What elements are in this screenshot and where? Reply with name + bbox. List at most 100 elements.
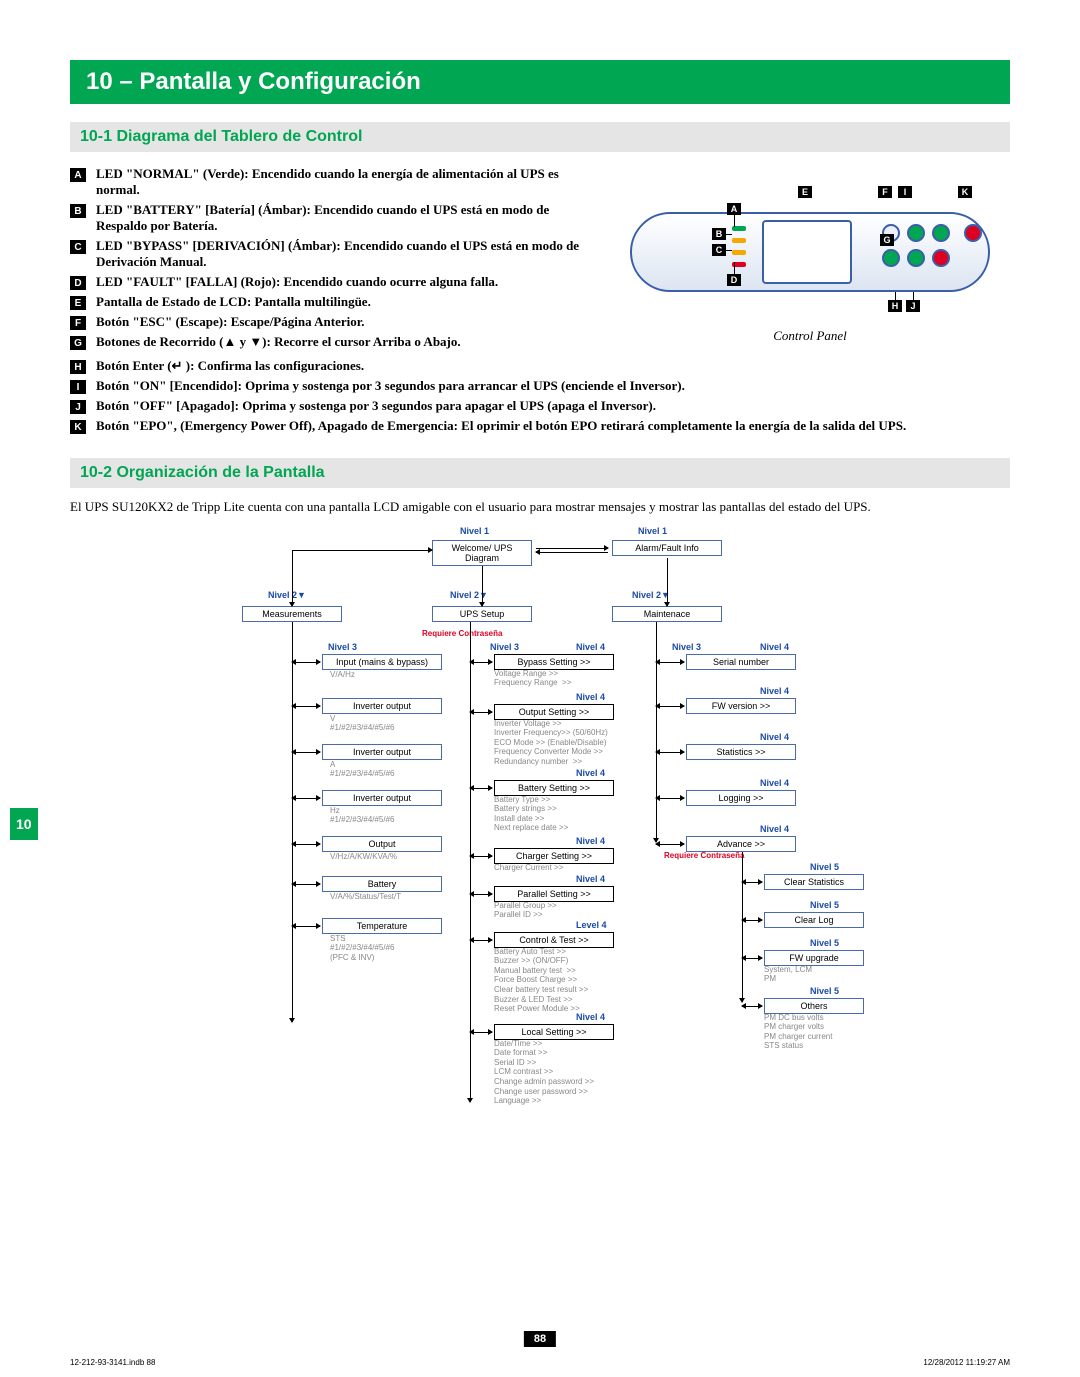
- c3-5-2s: System, LCM PM: [764, 965, 812, 984]
- badge-D: D: [70, 276, 86, 290]
- cp-label-J: J: [906, 300, 920, 312]
- item-E: Pantalla de Estado de LCD: Pantalla mult…: [96, 294, 590, 310]
- item-C: LED "BYPASS" [DERIVACIÓN] (Ámbar): Encen…: [96, 238, 590, 270]
- col1-nivel3: Nivel 3: [328, 642, 357, 652]
- badge-J: J: [70, 400, 86, 414]
- box-upssetup: UPS Setup: [432, 606, 532, 622]
- badge-B: B: [70, 204, 86, 218]
- c2-l3: Nivel 4: [576, 836, 605, 846]
- page-number: 88: [524, 1331, 556, 1347]
- c2-s1: Inverter Voltage >> Inverter Frequency>>…: [494, 719, 608, 767]
- c2-s5: Battery Auto Test >> Buzzer >> (ON/OFF) …: [494, 947, 588, 1014]
- item-H: Botón Enter (↵ ): Confirma las configura…: [96, 358, 1010, 374]
- c3-b3: Logging >>: [686, 790, 796, 806]
- c1-s1: V #1/#2/#3/#4/#5/#6: [330, 714, 395, 733]
- c1-b2: Inverter output: [322, 744, 442, 760]
- c3-5-1: Clear Log: [764, 912, 864, 928]
- c3-n5c: Nivel 5: [810, 938, 839, 948]
- c3-l1: Nivel 4: [760, 686, 789, 696]
- cp-label-I: I: [898, 186, 912, 198]
- c3-l2: Nivel 4: [760, 732, 789, 742]
- box-alarmfault: Alarm/Fault Info: [612, 540, 722, 556]
- c2-b0: Bypass Setting >>: [494, 654, 614, 670]
- footer-right: 12/28/2012 11:19:27 AM: [923, 1358, 1010, 1367]
- c3-l4: Nivel 4: [760, 824, 789, 834]
- item-D: LED "FAULT" [FALLA] (Rojo): Encendido cu…: [96, 274, 590, 290]
- badge-G: G: [70, 336, 86, 350]
- c2-s0: Voltage Range >> Frequency Range >>: [494, 669, 571, 688]
- c1-b0: Input (mains & bypass): [322, 654, 442, 670]
- box-maint: Maintenace: [612, 606, 722, 622]
- badge-K: K: [70, 420, 86, 434]
- cp-label-B: B: [712, 228, 726, 240]
- c1-s2: A #1/#2/#3/#4/#5/#6: [330, 760, 395, 779]
- nivel1-label: Nivel 1: [460, 526, 489, 536]
- c1-s3: Hz #1/#2/#3/#4/#5/#6: [330, 806, 395, 825]
- c3-b1: FW version >>: [686, 698, 796, 714]
- c1-s0: V/A/Hz: [330, 670, 355, 680]
- item-B: LED "BATTERY" [Batería] (Ámbar): Encendi…: [96, 202, 590, 234]
- col2-nivel3: Nivel 3: [490, 642, 519, 652]
- cp-label-F: F: [878, 186, 892, 198]
- req-pass-2: Requiere Contraseña: [664, 852, 744, 860]
- c2-s4: Parallel Group >> Parallel ID >>: [494, 901, 557, 920]
- c3-b0: Serial number: [686, 654, 796, 670]
- screen-flowchart: Nivel 1 Nivel 1 Welcome/ UPS Diagram Ala…: [160, 526, 920, 1146]
- c2-b4: Parallel Setting >>: [494, 886, 614, 902]
- c1-s6: STS #1/#2/#3/#4/#5/#6 (PFC & INV): [330, 934, 395, 963]
- subsection-10-2: 10-2 Organización de la Pantalla: [70, 458, 1010, 488]
- intro-paragraph: El UPS SU120KX2 de Tripp Lite cuenta con…: [70, 498, 1010, 516]
- badge-F: F: [70, 316, 86, 330]
- control-panel-figure: A B C D E F I K G H J Control Panel: [610, 162, 1010, 354]
- c3-b2: Statistics >>: [686, 744, 796, 760]
- c2-l1: Nivel 4: [576, 692, 605, 702]
- c2-s6: Date/Time >> Date format >> Serial ID >>…: [494, 1039, 594, 1106]
- c3-l3: Nivel 4: [760, 778, 789, 788]
- section-header: 10 – Pantalla y Configuración: [70, 60, 1010, 104]
- item-K: Botón "EPO", (Emergency Power Off), Apag…: [96, 418, 1010, 434]
- box-welcome: Welcome/ UPS Diagram: [432, 540, 532, 567]
- c3-5-2: FW upgrade: [764, 950, 864, 966]
- c1-b3: Inverter output: [322, 790, 442, 806]
- c2-l2: Nivel 4: [576, 768, 605, 778]
- req-pass-1: Requiere Contraseña: [422, 630, 502, 638]
- c2-s3: Charger Current >>: [494, 863, 563, 873]
- badge-C: C: [70, 240, 86, 254]
- footer-left: 12-212-93-3141.indb 88: [70, 1358, 155, 1367]
- c1-s4: V/Hz/A/KW/KVA/%: [330, 852, 397, 862]
- c2-s2: Battery Type >> Battery strings >> Insta…: [494, 795, 568, 833]
- box-measurements: Measurements: [242, 606, 342, 622]
- c3-n5b: Nivel 5: [810, 900, 839, 910]
- c3-5-3: Others: [764, 998, 864, 1014]
- c1-b1: Inverter output: [322, 698, 442, 714]
- subsection-10-1: 10-1 Diagrama del Tablero de Control: [70, 122, 1010, 152]
- c2-b2: Battery Setting >>: [494, 780, 614, 796]
- badge-H: H: [70, 360, 86, 374]
- badge-I: I: [70, 380, 86, 394]
- col3-nivel3: Nivel 3: [672, 642, 701, 652]
- cp-label-K: K: [958, 186, 972, 198]
- item-A: LED "NORMAL" (Verde): Encendido cuando l…: [96, 166, 590, 198]
- c1-b5: Battery: [322, 876, 442, 892]
- nivel2-c: Nivel 2▼: [632, 590, 670, 600]
- items-list-left: A LED "NORMAL" (Verde): Encendido cuando …: [70, 162, 590, 354]
- c2-l4: Nivel 4: [576, 874, 605, 884]
- c1-b4: Output: [322, 836, 442, 852]
- col3-nivel4-a: Nivel 4: [760, 642, 789, 652]
- cp-label-E: E: [798, 186, 812, 198]
- cp-label-G: G: [880, 234, 894, 246]
- c3-n5a: Nivel 5: [810, 862, 839, 872]
- cp-label-H: H: [888, 300, 902, 312]
- panel-caption: Control Panel: [610, 328, 1010, 344]
- item-F: Botón "ESC" (Escape): Escape/Página Ante…: [96, 314, 590, 330]
- col2-nivel4-a: Nivel 4: [576, 642, 605, 652]
- c2-b5: Control & Test >>: [494, 932, 614, 948]
- side-tab: 10: [10, 808, 38, 840]
- c2-l6: Nivel 4: [576, 1012, 605, 1022]
- c3-5-0: Clear Statistics: [764, 874, 864, 890]
- cp-label-A: A: [727, 203, 741, 215]
- c3-n5d: Nivel 5: [810, 986, 839, 996]
- c2-b3: Charger Setting >>: [494, 848, 614, 864]
- badge-A: A: [70, 168, 86, 182]
- item-G: Botones de Recorrido (▲ y ▼): Recorre el…: [96, 334, 590, 350]
